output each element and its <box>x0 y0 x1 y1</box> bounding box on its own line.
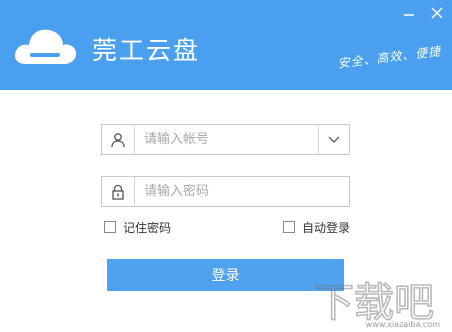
remember-password-checkbox[interactable] <box>104 221 116 233</box>
window-controls <box>400 4 446 22</box>
account-input[interactable] <box>135 124 318 155</box>
remember-password-option[interactable]: 记住密码 <box>104 219 171 235</box>
password-field <box>101 176 350 207</box>
header-banner: 莞工云盘 安全、高效、便捷 <box>0 0 452 90</box>
auto-login-checkbox[interactable] <box>283 221 295 233</box>
password-input[interactable] <box>135 176 349 207</box>
user-icon <box>102 125 135 154</box>
auto-login-label: 自动登录 <box>302 220 351 235</box>
brand-title: 莞工云盘 <box>92 36 201 65</box>
minimize-icon[interactable] <box>400 4 418 22</box>
chevron-down-icon <box>328 136 340 143</box>
brand-slogan: 安全、高效、便捷 <box>336 44 442 71</box>
watermark-url: www.xiazaiba.com <box>365 320 440 329</box>
cloud-logo-icon <box>12 24 78 66</box>
account-field <box>101 124 350 155</box>
remember-password-label: 记住密码 <box>123 220 172 235</box>
login-window: 莞工云盘 安全、高效、便捷 记住密码 <box>0 0 452 332</box>
auto-login-option[interactable]: 自动登录 <box>283 219 350 235</box>
account-dropdown-button[interactable] <box>318 125 349 154</box>
close-icon[interactable] <box>428 4 446 22</box>
lock-icon <box>102 177 135 206</box>
